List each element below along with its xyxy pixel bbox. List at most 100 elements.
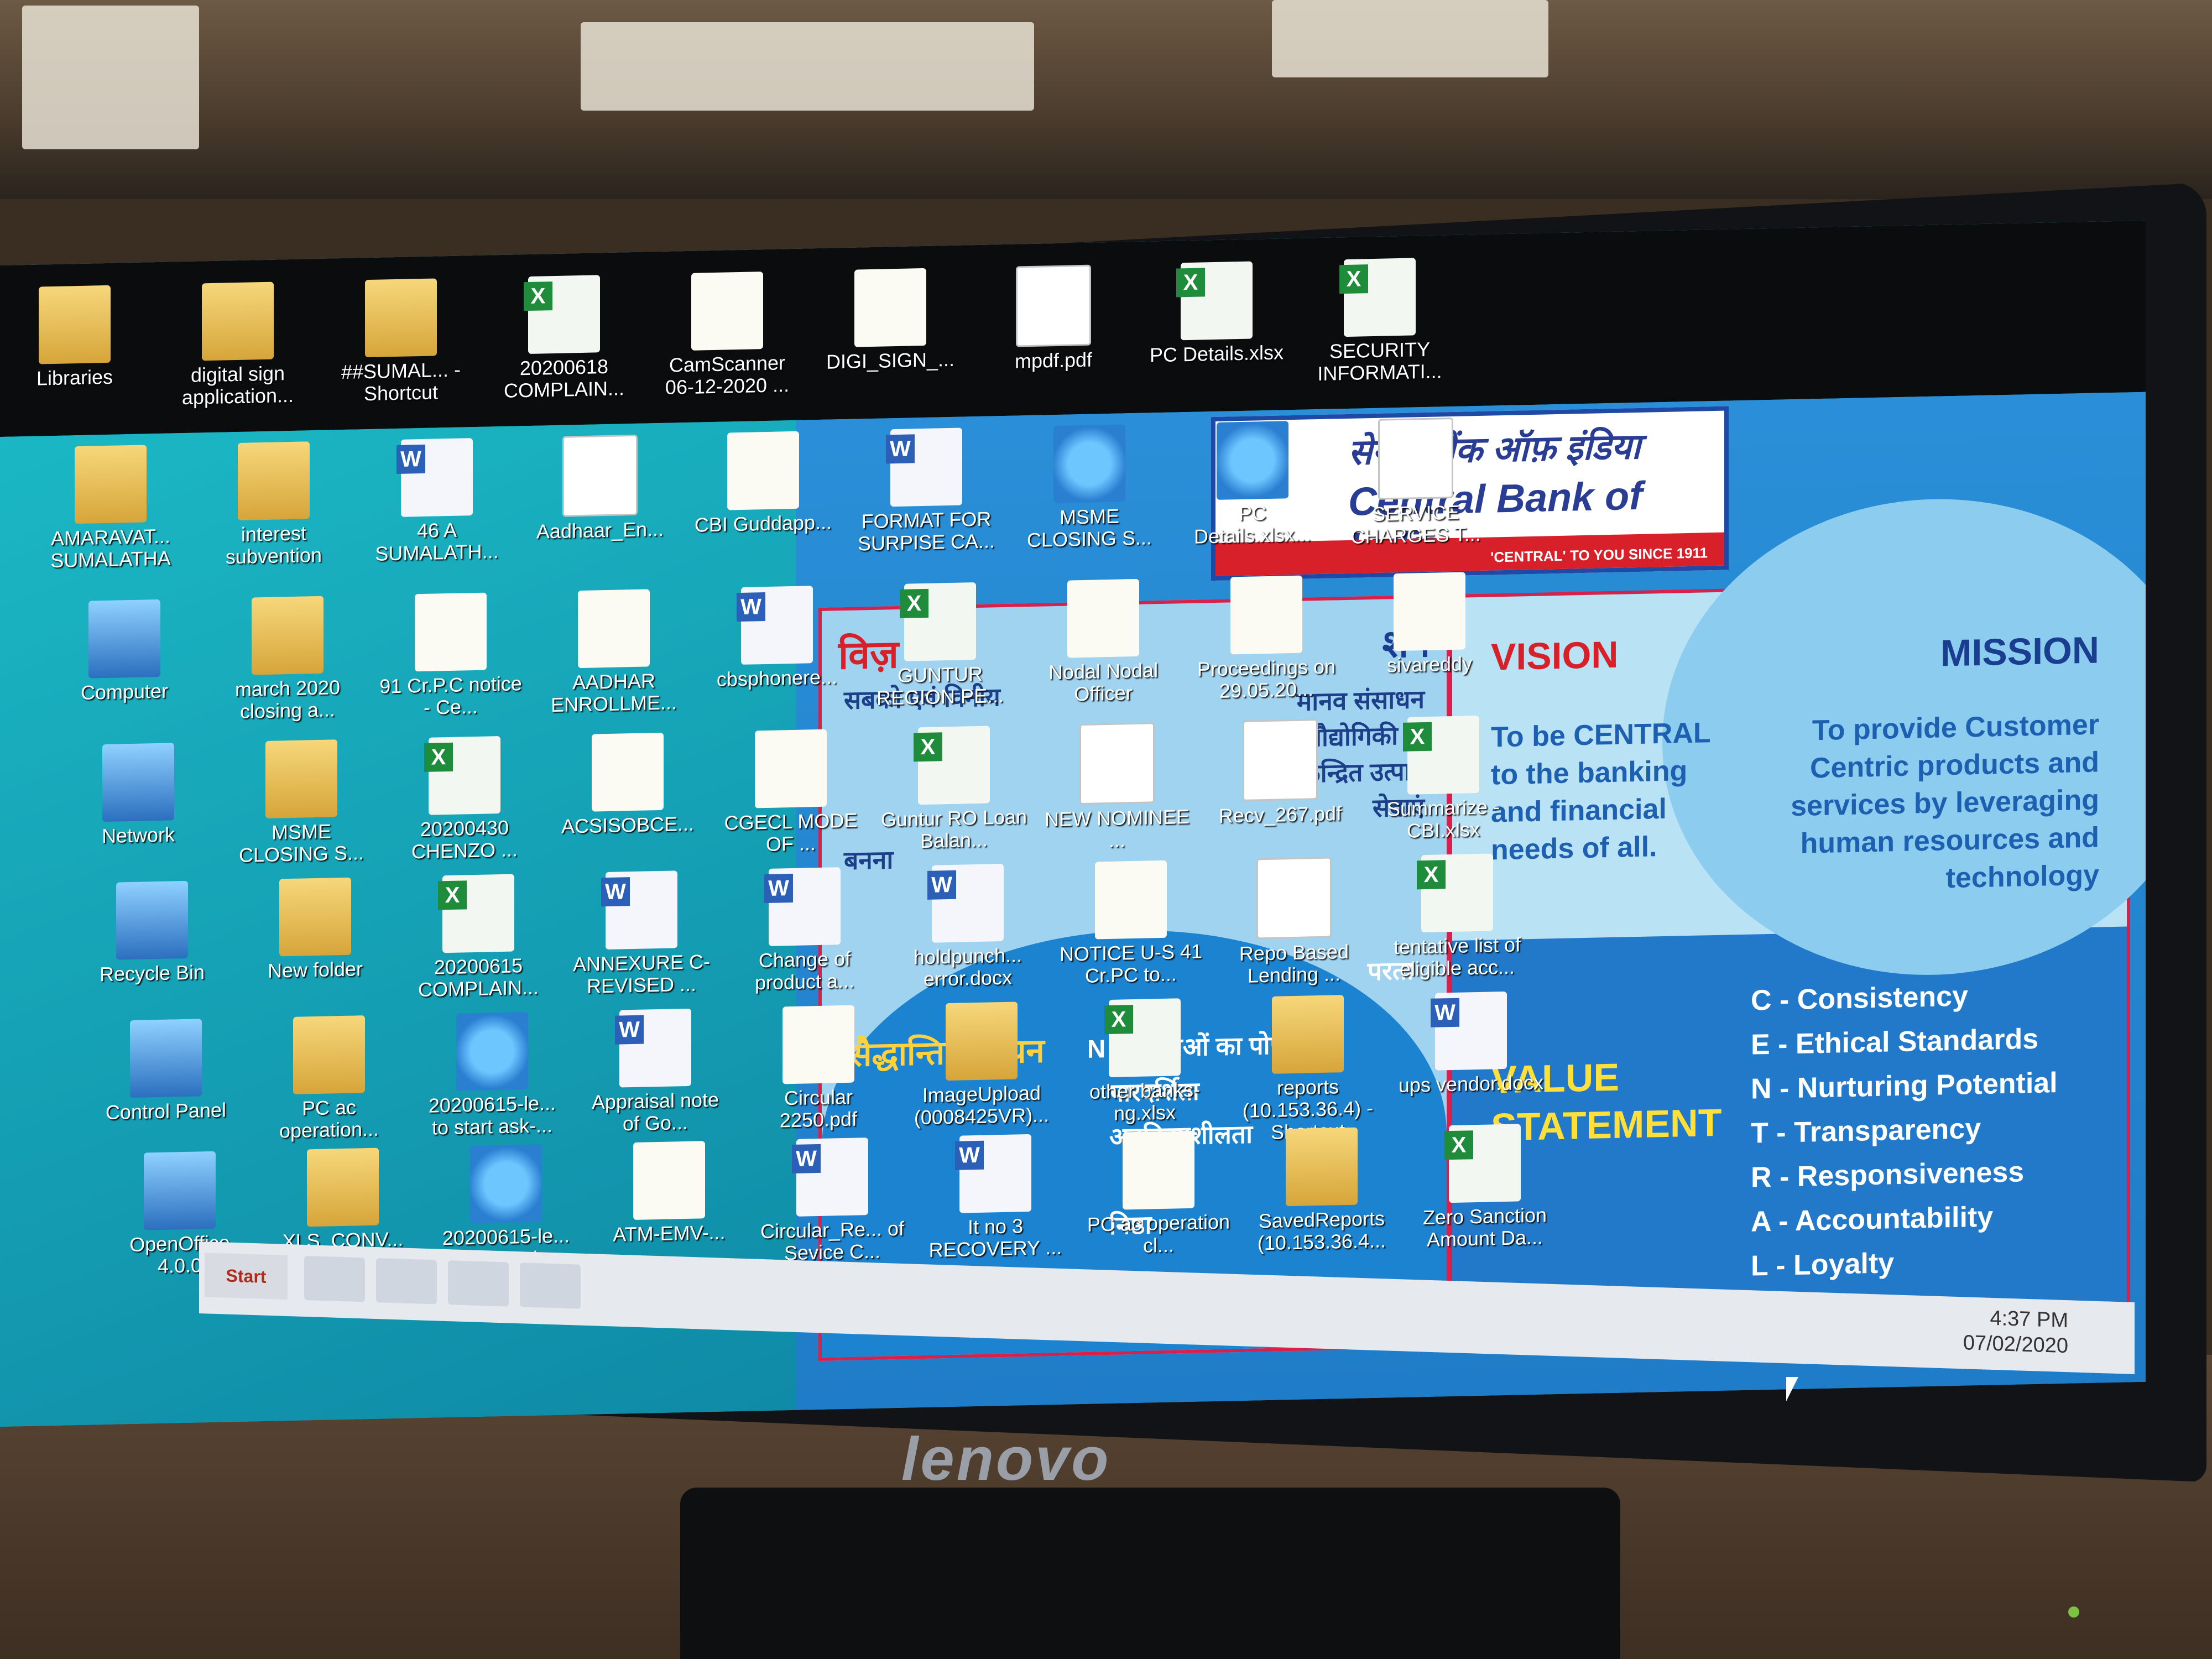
ie-icon: [470, 1144, 542, 1224]
desktop-icon[interactable]: CGECL MODE OF ...: [716, 728, 865, 857]
desktop-icon-label: Circular_Re... of Sevice C...: [760, 1217, 905, 1265]
desktop-icon[interactable]: 20200615-le... to start ask-...: [418, 1011, 567, 1140]
folder-icon: [293, 1015, 365, 1094]
word-icon: [1435, 991, 1507, 1071]
desktop-icon-label: Guntur RO Loan Balan...: [880, 805, 1027, 853]
desktop-icon[interactable]: mpdf.pdf: [979, 264, 1128, 373]
desktop-icon[interactable]: SECURITY INFORMATI...: [1305, 257, 1454, 385]
desktop-icon[interactable]: 20200618 COMPLAIN...: [489, 274, 639, 403]
desktop-icon-label: ANNEXURE C- REVISED ...: [572, 950, 711, 998]
clock-date[interactable]: 07/02/2020: [1963, 1331, 2068, 1358]
desktop-icon[interactable]: 20200430 CHENZO ...: [390, 735, 539, 864]
desktop-icon[interactable]: ACSISOBCE...: [553, 732, 702, 838]
desktop-icon[interactable]: NEW NOMINEE ...: [1042, 722, 1192, 853]
desktop-icon[interactable]: ImageUpload (0008425VR)...: [907, 1001, 1056, 1129]
desktop-icon[interactable]: Network: [64, 742, 213, 848]
desktop-icon[interactable]: 46 A SUMALATH...: [362, 437, 512, 566]
desktop-icon[interactable]: 20200615 COMPLAIN...: [404, 873, 553, 1001]
desktop-icon-label: Control Panel: [105, 1098, 227, 1124]
desktop-icon[interactable]: march 2020 closing a...: [213, 595, 362, 723]
desktop-icon[interactable]: Repo Based Lending ...: [1219, 856, 1369, 988]
xls-icon: [1344, 258, 1416, 337]
desktop-icon[interactable]: digital sign application...: [163, 281, 312, 409]
desktop-icon[interactable]: Computer: [50, 598, 199, 705]
desktop-icon[interactable]: AADHAR ENROLLME...: [539, 588, 688, 717]
desktop-icon[interactable]: Guntur RO Loan Balan...: [879, 725, 1029, 853]
desktop-icon-label: Repo Based Lending ...: [1239, 940, 1349, 987]
value-item: L - Loyalty: [1751, 1247, 1895, 1282]
desktop-icon[interactable]: PC Details.xlsx: [1142, 260, 1291, 367]
desktop-icon[interactable]: cbsphonere...: [702, 585, 852, 691]
desktop-icon-label: Summarize - CBI.xlsx: [1386, 795, 1500, 842]
desktop-icon[interactable]: SERVICE CHARGES T...: [1341, 417, 1490, 549]
desktop-icon[interactable]: Circular 2250.pdf: [744, 1004, 893, 1133]
desktop-icon[interactable]: XLS_CONV...: [268, 1147, 418, 1253]
desktop-icon-label: FORMAT FOR SURPISE CA...: [857, 507, 995, 555]
word-icon: [932, 863, 1004, 943]
desktop-icon[interactable]: DIGI_SIGN_...: [816, 267, 965, 373]
desktop-icon-label: 20200430 CHENZO ...: [411, 816, 518, 863]
desktop-icon[interactable]: CBI Guddapp...: [688, 430, 838, 536]
desktop-icon-label: ups vendor.docx: [1398, 1071, 1544, 1097]
desktop-icon-label: NEW NOMINEE ...: [1044, 805, 1190, 852]
desktop-icon-label: mpdf.pdf: [1014, 348, 1093, 373]
desktop-icon[interactable]: other banks-ng.xlsx: [1070, 998, 1219, 1126]
desktop-icon[interactable]: tentative list of eligible acc...: [1383, 853, 1532, 981]
desktop-icon-label: It no 3 RECOVERY ...: [928, 1214, 1062, 1261]
folder-icon: [307, 1147, 379, 1227]
desktop-icon[interactable]: reports (10.153.36.4) - Shortcut: [1233, 994, 1383, 1145]
clock-time[interactable]: 4:37 PM: [1990, 1307, 2068, 1333]
desktop-icon[interactable]: Appraisal note of Go...: [581, 1008, 730, 1136]
desktop-icon[interactable]: Circular_Re... of Sevice C...: [758, 1137, 907, 1265]
desktop-icon[interactable]: Aadhaar_En...: [525, 434, 675, 543]
desktop-icon[interactable]: sivareddy: [1355, 571, 1504, 677]
desktop-icon-label: cbsphonere...: [716, 665, 838, 691]
desktop-icon[interactable]: Recycle Bin: [77, 880, 227, 986]
folder-icon: [238, 441, 310, 520]
desktop-icon[interactable]: GUNTUR REGION PE...: [865, 582, 1015, 710]
desktop-icon[interactable]: PC ac operation cl...: [1084, 1130, 1233, 1258]
desktop-icon[interactable]: ANNEXURE C- REVISED ...: [567, 870, 716, 998]
desktop-icon[interactable]: Change of product a...: [730, 867, 879, 995]
desktop-icon[interactable]: MSME CLOSING S...: [1015, 424, 1164, 552]
desktop-icon[interactable]: NOTICE U-S 41 Cr.PC to...: [1056, 859, 1206, 988]
desktop-icon[interactable]: ATM-EMV-...: [594, 1140, 744, 1246]
desktop-icon[interactable]: Summarize - CBI.xlsx: [1369, 715, 1518, 843]
desktop-icon[interactable]: Libraries: [0, 284, 149, 390]
desktop-icon[interactable]: CamScanner 06-12-2020 ...: [653, 271, 802, 399]
value-item: C - Consistency: [1751, 980, 1968, 1017]
taskbar-word-icon[interactable]: [520, 1262, 581, 1309]
desktop-icon[interactable]: ups vendor.docx: [1396, 990, 1546, 1097]
desktop-icon[interactable]: Control Panel: [91, 1018, 241, 1124]
desktop-icon[interactable]: PC Details.xlsx...: [1178, 420, 1327, 549]
desktop-icon[interactable]: Zero Sanction Amount Da...: [1410, 1123, 1559, 1251]
desktop-icon[interactable]: It no 3 RECOVERY ...: [921, 1133, 1070, 1261]
desktop-icon[interactable]: interest subvention: [199, 441, 348, 569]
desktop-icon-label: PC ac operation...: [279, 1095, 379, 1142]
desktop-icon[interactable]: MSME CLOSING S...: [227, 739, 376, 867]
desktop-icon[interactable]: FORMAT FOR SURPISE CA...: [852, 427, 1001, 555]
desktop-icon-label: ACSISOBCE...: [561, 812, 695, 838]
desktop-icon[interactable]: PC ac operation...: [254, 1015, 404, 1143]
desktop-icon-label: SERVICE CHARGES T...: [1350, 500, 1481, 548]
mouse-cursor-icon: [1786, 1377, 1798, 1401]
desktop-icon[interactable]: AMARAVAT... SUMALATHA: [36, 444, 185, 572]
desktop-icon-label: SavedReports (10.153.36.4...: [1257, 1207, 1386, 1255]
folder-icon: [265, 739, 337, 818]
desktop-icon-label: 20200615-le... to start ask-...: [428, 1091, 556, 1139]
desktop-icon[interactable]: ##SUMAL... - Shortcut: [326, 278, 476, 406]
start-button[interactable]: Start: [205, 1253, 288, 1300]
xls-icon: [429, 736, 500, 815]
desktop-icon[interactable]: Proceedings on 29.05.20...: [1192, 575, 1341, 703]
desktop-icon[interactable]: Recv_267.pdf: [1206, 718, 1355, 828]
taskbar-ie-icon[interactable]: [376, 1258, 437, 1305]
desktop-icon[interactable]: New folder: [241, 877, 390, 983]
monitor-stand: [680, 1488, 1620, 1659]
taskbar-media-icon[interactable]: [448, 1260, 509, 1307]
desktop-icon[interactable]: 91 Cr.P.C notice - Ce...: [376, 592, 525, 720]
taskbar-explorer-icon[interactable]: [304, 1255, 365, 1302]
desktop-icon-label: Aadhaar_En...: [536, 517, 664, 543]
desktop-icon[interactable]: holdpunch... error.docx: [893, 863, 1042, 992]
desktop-icon[interactable]: SavedReports (10.153.36.4...: [1247, 1126, 1396, 1255]
desktop-icon[interactable]: Nodal Nodal Officer: [1029, 578, 1178, 706]
